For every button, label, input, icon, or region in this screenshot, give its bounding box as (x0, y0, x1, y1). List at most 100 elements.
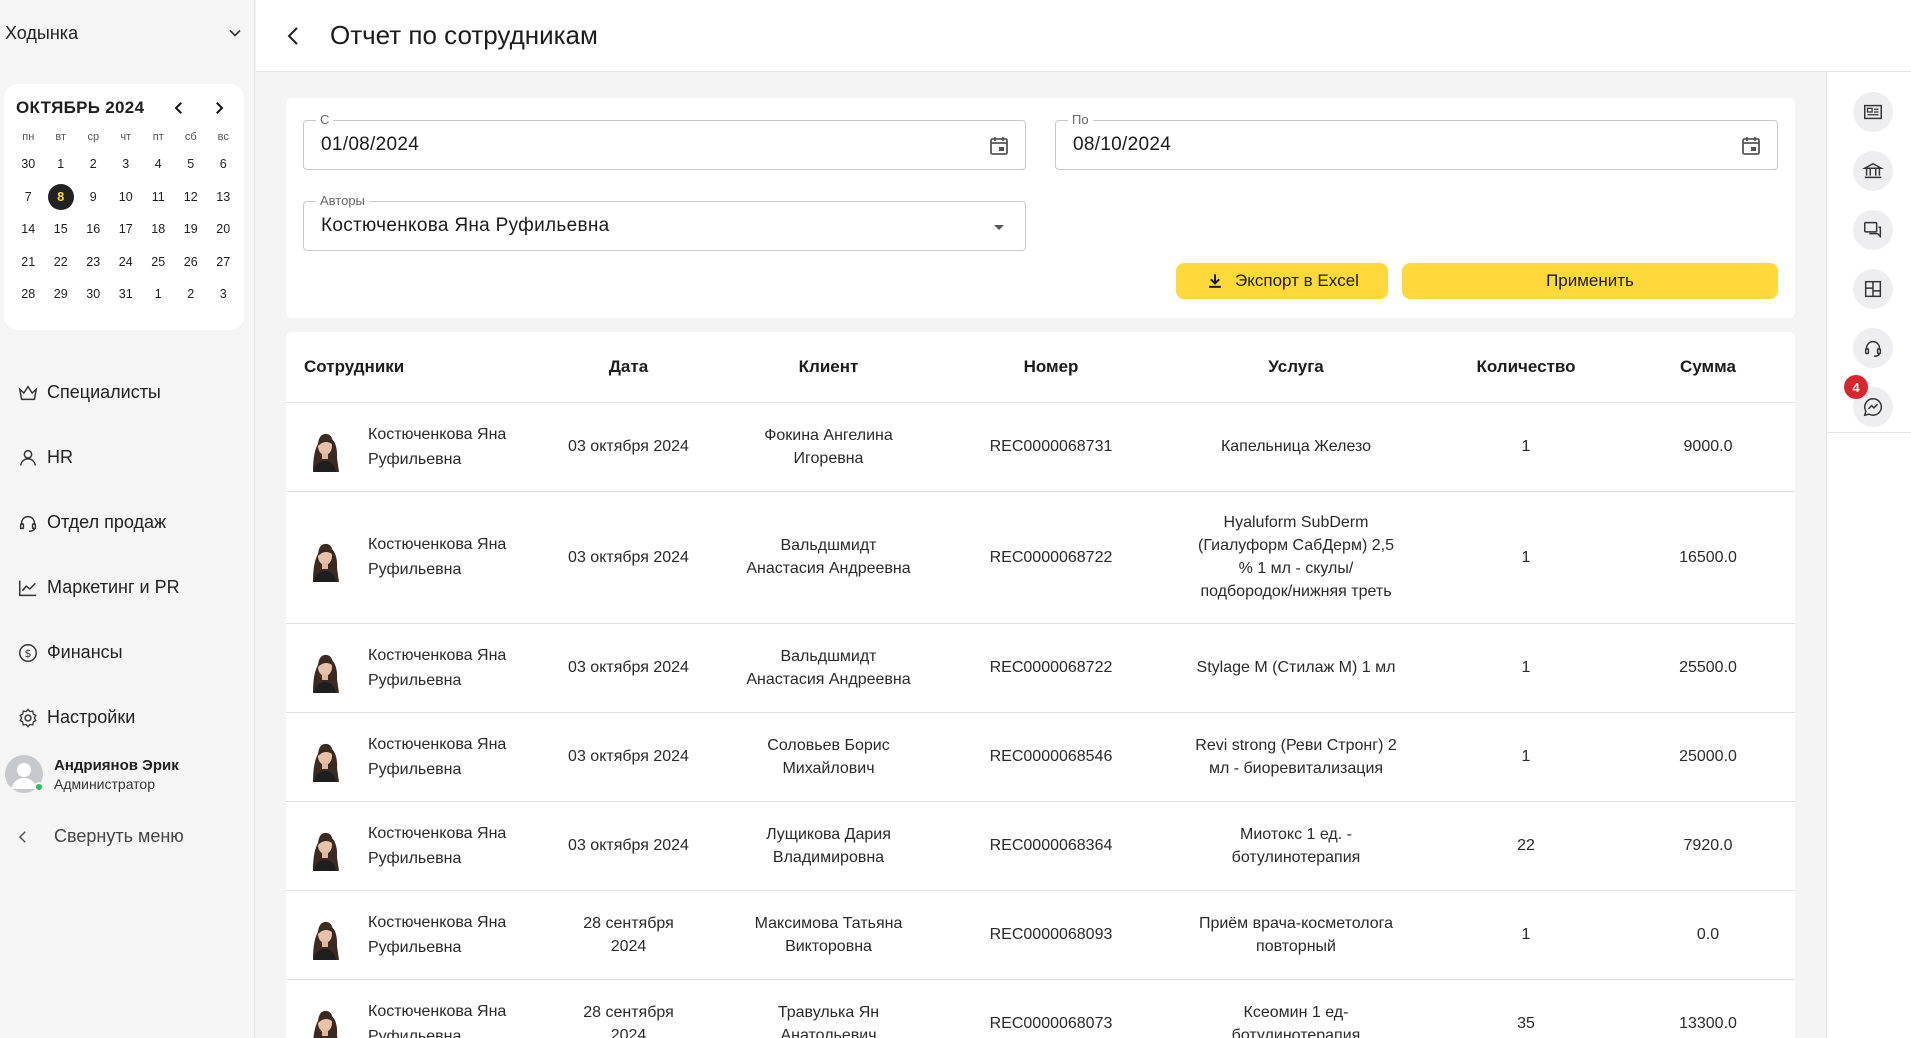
calendar-day[interactable]: 7 (12, 181, 45, 214)
calendar-day-number: 3 (219, 287, 227, 302)
calendar-day[interactable]: 18 (142, 213, 175, 246)
client-cell: Соловьев Борис Михайлович (716, 712, 941, 802)
calendar-day-number: 15 (53, 222, 68, 237)
calendar-day[interactable]: 30 (12, 148, 45, 181)
cell-line: Травулька Ян (777, 1003, 880, 1021)
calendar-day-number: 11 (151, 189, 165, 204)
calendar-next-button[interactable] (208, 97, 230, 119)
table-row[interactable]: Костюченкова Яна Руфильевна 03 октября 202… (286, 623, 1795, 713)
nav-item-2[interactable]: Отдел продаж (0, 490, 255, 555)
calendar-day[interactable]: 26 (175, 246, 208, 279)
headset-icon (1864, 340, 1882, 357)
calendar-day[interactable]: 4 (142, 148, 175, 181)
collapse-menu-button[interactable]: Свернуть меню (14, 826, 184, 847)
calendar-day[interactable]: 1 (45, 148, 78, 181)
calendar-day[interactable]: 2 (175, 278, 208, 311)
calendar-prev-button[interactable] (168, 97, 190, 119)
table-row[interactable]: Костюченкова Яна Руфильевна 03 октября 202… (286, 712, 1795, 802)
date-from-value: 01/08/2024 (321, 134, 420, 155)
table-row[interactable]: Костюченкова Яна Руфильевна 03 октября 202… (286, 491, 1795, 624)
calendar-day[interactable]: 11 (142, 181, 175, 214)
column-header-sum[interactable]: Сумма (1621, 332, 1795, 403)
calendar-day[interactable]: 5 (175, 148, 208, 181)
weekday-label: пн (22, 131, 35, 143)
page-header: Отчет по сотрудникам (256, 0, 1911, 72)
table-row[interactable]: Костюченкова Яна Руфильевна 28 сентября 202… (286, 890, 1795, 980)
table-row[interactable]: Костюченкова Яна Руфильевна 28 сентября 202… (286, 979, 1795, 1038)
calendar-day[interactable]: 21 (12, 246, 45, 279)
rail-chat-button[interactable] (1853, 210, 1893, 250)
calendar-icon[interactable] (1739, 134, 1763, 158)
client-cell: Травулька Ян Анатольевич (716, 979, 941, 1038)
number-cell: REC0000068722 (941, 491, 1161, 624)
nav-item-1[interactable]: HR (0, 425, 255, 490)
calendar-day[interactable]: 23 (77, 246, 110, 279)
calendar-day[interactable]: 9 (77, 181, 110, 214)
calendar-day[interactable]: 22 (45, 246, 78, 279)
cell-line: Stylage M (Стилаж M) 1 мл (1196, 659, 1396, 676)
dollar-icon: $ (16, 641, 40, 665)
rail-news-button[interactable] (1853, 92, 1893, 132)
authors-select[interactable]: Авторы Костюченкова Яна Руфильевна (303, 193, 1026, 251)
apply-button[interactable]: Применить (1402, 263, 1778, 299)
calendar-day[interactable]: 19 (175, 213, 208, 246)
nav-item-0[interactable]: Специалисты (0, 360, 255, 425)
calendar-day[interactable]: 16 (77, 213, 110, 246)
employee-photo (304, 820, 344, 871)
cell-line: Костюченкова Яна (368, 735, 507, 753)
chevron-down-icon (229, 29, 241, 37)
sum-cell: 0.0 (1621, 890, 1795, 980)
calendar-month-title: ОКТЯБРЬ 2024 (16, 98, 145, 117)
column-header-quantity[interactable]: Количество (1431, 332, 1621, 403)
column-header-employee[interactable]: Сотрудники (286, 332, 541, 403)
back-arrow-icon[interactable] (282, 24, 306, 48)
date-cell: 03 октября 2024 (541, 801, 716, 891)
calendar-day[interactable]: 13 (207, 181, 240, 214)
calendar-day-number: 30 (21, 157, 36, 172)
calendar-day[interactable]: 27 (207, 246, 240, 279)
column-header-service[interactable]: Услуга (1161, 332, 1431, 403)
calendar-icon[interactable] (987, 134, 1011, 158)
calendar-day[interactable]: 3 (207, 278, 240, 311)
branch-selector[interactable]: Ходынка (5, 18, 245, 48)
calendar-day[interactable]: 30 (77, 278, 110, 311)
rail-dashboard-button[interactable] (1853, 269, 1893, 309)
rail-support-button[interactable] (1853, 328, 1893, 368)
sum-cell: 25500.0 (1621, 623, 1795, 713)
calendar-day[interactable]: 14 (12, 213, 45, 246)
table-row[interactable]: Костюченкова Яна Руфильевна 03 октября 202… (286, 801, 1795, 891)
gear-icon (16, 706, 40, 730)
calendar-day[interactable]: 1 (142, 278, 175, 311)
nav-item-5[interactable]: Настройки (0, 685, 255, 750)
calendar-day[interactable]: 15 (45, 213, 78, 246)
column-header-date[interactable]: Дата (541, 332, 716, 403)
calendar-day[interactable]: 20 (207, 213, 240, 246)
rail-divider (1827, 432, 1911, 433)
nav-item-4[interactable]: $ Финансы (0, 620, 255, 685)
calendar-day[interactable]: 12 (175, 181, 208, 214)
nav-item-label: Специалисты (47, 382, 161, 402)
calendar-day[interactable]: 28 (12, 278, 45, 311)
calendar-day-selected[interactable]: 8 (45, 181, 78, 214)
calendar-day[interactable]: 31 (110, 278, 143, 311)
column-header-number[interactable]: Номер (941, 332, 1161, 403)
calendar-day[interactable]: 17 (110, 213, 143, 246)
column-header-client[interactable]: Клиент (716, 332, 941, 403)
calendar-day[interactable]: 29 (45, 278, 78, 311)
table-row[interactable]: Костюченкова Яна Руфильевна 03 октября 202… (286, 402, 1795, 492)
calendar-day[interactable]: 6 (207, 148, 240, 181)
date-to-field[interactable]: По 08/10/2024 (1055, 112, 1778, 170)
nav-item-3[interactable]: Маркетинг и PR (0, 555, 255, 620)
sum-cell: 7920.0 (1621, 801, 1795, 891)
export-excel-button[interactable]: Экспорт в Excel (1176, 263, 1388, 299)
date-from-field[interactable]: С 01/08/2024 (303, 112, 1026, 170)
calendar-day[interactable]: 3 (110, 148, 143, 181)
calendar-day[interactable]: 25 (142, 246, 175, 279)
rail-bank-button[interactable] (1853, 151, 1893, 191)
sum-cell: 25000.0 (1621, 712, 1795, 802)
calendar-day[interactable]: 24 (110, 246, 143, 279)
calendar-day[interactable]: 10 (110, 181, 143, 214)
employee-name: Костюченкова Яна Руфильевна (368, 532, 506, 582)
current-user[interactable]: Андриянов Эрик Администратор (5, 755, 179, 793)
calendar-day[interactable]: 2 (77, 148, 110, 181)
